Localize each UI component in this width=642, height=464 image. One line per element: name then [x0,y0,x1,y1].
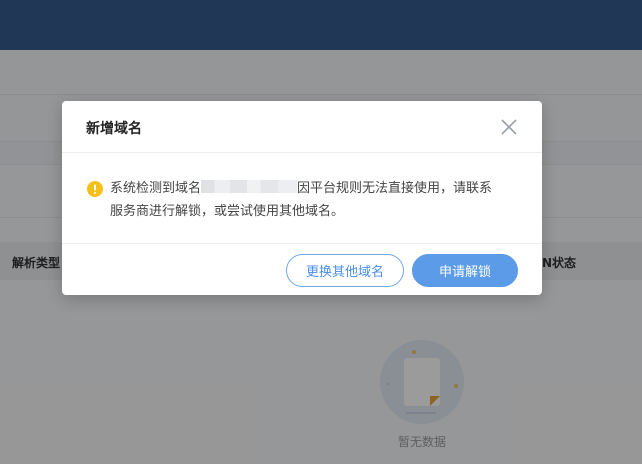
dialog-message: 系统检测到域名 因平台规则无法直接使用，请联系 服务商进行解锁，或尝试使用其他域名… [110,177,520,223]
dialog-header: 新增域名 [62,101,542,153]
dialog-title: 新增域名 [86,121,142,137]
close-icon[interactable] [498,116,520,138]
warning-circle-icon [87,181,103,197]
redacted-domain [201,180,298,193]
message-suffix: 因平台规则无法直接使用，请联系 [297,181,493,196]
message-line-2: 服务商进行解锁，或尝试使用其他域名。 [110,204,345,219]
add-domain-dialog: 新增域名 系统检测到域名 因平台规则无法直接使用，请联系 服务商进行解锁，或尝试使… [62,101,542,295]
dialog-body: 系统检测到域名 因平台规则无法直接使用，请联系 服务商进行解锁，或尝试使用其他域名… [62,153,542,243]
request-unlock-button[interactable]: 申请解锁 [412,254,518,287]
message-prefix: 系统检测到域名 [110,181,202,196]
change-domain-button[interactable]: 更换其他域名 [286,254,404,287]
dialog-footer: 更换其他域名 申请解锁 [62,243,542,296]
